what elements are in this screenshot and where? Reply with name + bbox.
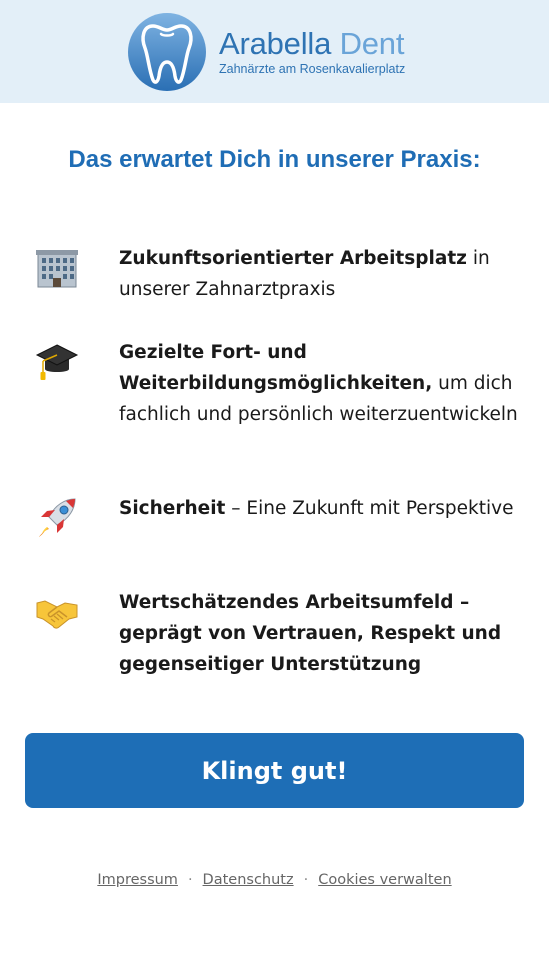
benefit-description: – Eine Zukunft mit Perspektive xyxy=(225,498,514,519)
benefit-title: Zukunftsorientierter Arbeitsplatz xyxy=(119,248,467,269)
logo-text: Arabella Dent Zahnärzte am Rosenkavalier… xyxy=(219,28,405,76)
office-building-icon xyxy=(36,250,78,288)
tooth-logo-icon xyxy=(128,13,206,91)
benefit-title: Sicherheit xyxy=(119,498,226,519)
benefit-text: Wertschätzendes Arbeitsumfeld – geprägt … xyxy=(119,587,524,680)
rocket-icon xyxy=(39,498,76,537)
cookies-verwalten-link[interactable]: Cookies verwalten xyxy=(318,872,451,888)
page-headline: Das erwartet Dich in unserer Praxis: xyxy=(68,146,481,173)
brand-name-part1: Arabella xyxy=(219,26,332,62)
graduation-cap-icon xyxy=(35,344,79,380)
footer-separator: · xyxy=(187,872,193,888)
impressum-link[interactable]: Impressum xyxy=(97,872,178,888)
benefit-text: Sicherheit – Eine Zukunft mit Perspektiv… xyxy=(119,493,524,539)
brand-name: Arabella Dent xyxy=(219,28,405,59)
benefit-item: Wertschätzendes Arbeitsumfeld – geprägt … xyxy=(35,587,525,680)
benefit-item: Sicherheit – Eine Zukunft mit Perspektiv… xyxy=(35,493,525,539)
header-banner: Arabella Dent Zahnärzte am Rosenkavalier… xyxy=(0,0,549,103)
footer-links: Impressum · Datenschutz · Cookies verwalten xyxy=(0,872,549,888)
benefit-title: Gezielte Fort- und Weiterbildungsmöglich… xyxy=(119,342,433,394)
datenschutz-link[interactable]: Datenschutz xyxy=(203,872,294,888)
brand-name-part2: Dent xyxy=(339,26,405,62)
benefit-item: Gezielte Fort- und Weiterbildungsmöglich… xyxy=(35,337,525,430)
handshake-icon xyxy=(36,600,78,629)
benefit-title: Wertschätzendes Arbeitsumfeld – geprägt … xyxy=(119,592,502,675)
klingt-gut-button[interactable]: Klingt gut! xyxy=(25,733,524,808)
benefit-item: Zukunftsorientierter Arbeitsplatz in uns… xyxy=(35,243,525,305)
benefit-text: Zukunftsorientierter Arbeitsplatz in uns… xyxy=(119,243,524,305)
brand-tagline: Zahnärzte am Rosenkavalierplatz xyxy=(219,62,406,77)
benefit-text: Gezielte Fort- und Weiterbildungsmöglich… xyxy=(119,337,524,430)
logo[interactable]: Arabella Dent Zahnärzte am Rosenkavalier… xyxy=(127,12,447,92)
footer-separator: · xyxy=(303,872,309,888)
